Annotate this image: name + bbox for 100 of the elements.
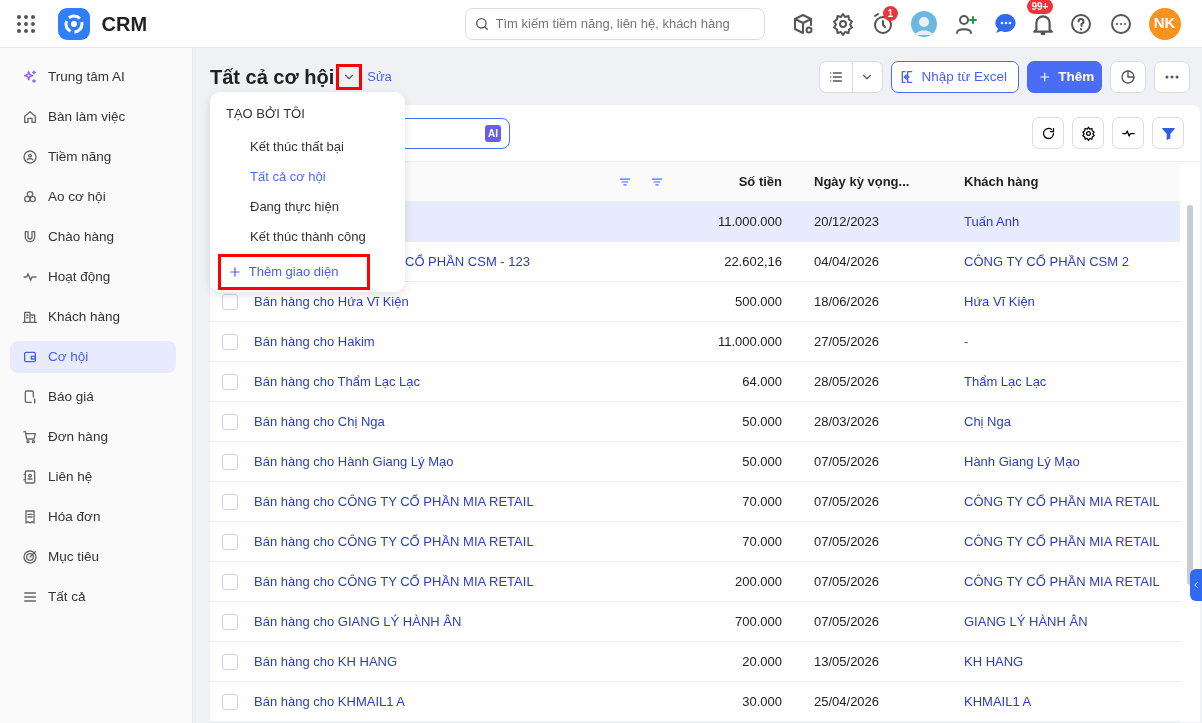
table-cell-text: 50.000	[742, 412, 782, 431]
activity-button[interactable]	[1112, 117, 1144, 149]
table-cell-text: 07/05/2026	[814, 572, 880, 591]
customer-link[interactable]: Hành Giang Lý Mạo	[964, 451, 1080, 472]
notifications-icon[interactable]	[1032, 12, 1053, 35]
menu-item[interactable]: Kết thúc thất bại	[210, 131, 405, 162]
row-checkbox[interactable]	[222, 613, 238, 630]
opportunity-link[interactable]: Bán hàng cho CÔNG TY CỔ PHẦN MIA RETAIL	[254, 531, 534, 552]
customer-link[interactable]: CÔNG TY CỔ PHẦN MIA RETAIL	[964, 531, 1160, 552]
sidebar-item[interactable]: Đơn hàng	[10, 421, 176, 453]
row-checkbox[interactable]	[222, 333, 238, 350]
view-dropdown-button[interactable]	[339, 67, 360, 87]
table-cell-text: 07/05/2026	[814, 492, 880, 511]
wallet-icon	[22, 349, 38, 365]
import-excel-button[interactable]: Nhập từ Excel	[891, 61, 1019, 93]
table-cell-text: 07/05/2026	[814, 452, 880, 471]
row-checkbox[interactable]	[222, 653, 238, 670]
row-checkbox[interactable]	[222, 293, 238, 310]
customer-link[interactable]: KHMAIL1 A	[964, 691, 1032, 712]
table-row[interactable]: Bán hàng cho KH HANG 20.000 13/05/2026 KH HANG	[210, 642, 1180, 682]
table-row[interactable]: Bán hàng cho CÔNG TY CỔ PHẦN MIA RETAIL 70.000 07/05/2026 CÔNG TY CỔ PHẦN MIA RETAIL	[210, 522, 1180, 562]
sidebar-item[interactable]: Tất cả	[10, 581, 176, 613]
customer-link[interactable]: Chị Nga	[964, 411, 1011, 432]
refresh-button[interactable]	[1032, 117, 1064, 149]
sidebar-item[interactable]: Chào hàng	[10, 221, 176, 253]
magnet-icon	[22, 229, 38, 245]
table-row[interactable]: Bán hàng cho GIANG LÝ HÀNH ÂN 700.000 07/05/2026 GIANG LÝ HÀNH ÂN	[210, 602, 1180, 642]
filter-button[interactable]	[1152, 117, 1184, 149]
home-icon	[22, 109, 38, 125]
table-cell-text: 70.000	[742, 532, 782, 551]
sidebar-item[interactable]: Ao cơ hội	[10, 181, 176, 213]
opportunity-link[interactable]: Bán hàng cho Thẩm Lạc Lạc	[254, 371, 420, 392]
table-row[interactable]: Bán hàng cho Thẩm Lạc Lạc 64.000 28/05/2026 Thẩm Lạc Lạc	[210, 362, 1180, 402]
opportunity-link[interactable]: Bán hàng cho Hakim	[254, 331, 375, 352]
table-row[interactable]: Bán hàng cho Hakim 11.000.000 27/05/2026 -	[210, 322, 1180, 362]
sidebar-item[interactable]: Hoạt động	[10, 261, 176, 293]
sidebar-item[interactable]: Cơ hội	[10, 341, 176, 373]
row-checkbox[interactable]	[222, 573, 238, 590]
pie-chart-icon	[1120, 69, 1136, 85]
row-checkbox[interactable]	[222, 533, 238, 550]
table-row[interactable]: Bán hàng cho KHMAIL1 A 30.000 25/04/2026 KHMAIL1 A	[210, 682, 1180, 722]
settings-icon[interactable]	[830, 11, 855, 36]
notification-badge: 99+	[1026, 0, 1054, 14]
sidebar-item[interactable]: Tiềm năng	[10, 141, 176, 173]
menu-item[interactable]: Tất cả cơ hội	[210, 161, 405, 192]
opportunity-link[interactable]: Bán hàng cho Chị Nga	[254, 411, 385, 432]
customer-link[interactable]: CÔNG TY CỔ PHẦN MIA RETAIL	[964, 491, 1160, 512]
opportunity-link[interactable]: Bán hàng cho CÔNG TY CỔ PHẦN MIA RETAIL	[254, 571, 534, 592]
table-row[interactable]: Bán hàng cho CÔNG TY CỔ PHẦN MIA RETAIL 200.000 07/05/2026 CÔNG TY CỔ PHẦN MIA RETAIL	[210, 562, 1180, 602]
opportunity-link[interactable]: Bán hàng cho KH HANG	[254, 651, 398, 672]
more-button[interactable]	[1154, 61, 1190, 93]
table-cell-text: 25/04/2026	[814, 692, 880, 711]
row-checkbox[interactable]	[222, 413, 238, 430]
search-field[interactable]: Tìm kiếm tiềm năng, liên hệ, khách hàng	[464, 7, 765, 40]
customer-link[interactable]: CÔNG TY CỔ PHẦN MIA RETAIL	[964, 571, 1160, 592]
settings-button[interactable]	[1072, 117, 1104, 149]
table-cell-text: 11.000.000	[717, 212, 782, 231]
opportunity-link[interactable]: CỔ PHẦN CSM - 123	[405, 251, 530, 272]
table-row[interactable]: Bán hàng cho Chị Nga 50.000 28/03/2026 Chị Nga	[210, 402, 1180, 442]
plus-icon	[228, 264, 242, 279]
row-checkbox[interactable]	[222, 453, 238, 470]
avatar[interactable]	[910, 10, 937, 37]
help-icon[interactable]	[1068, 11, 1093, 36]
sidebar-item[interactable]: Bàn làm việc	[10, 101, 176, 133]
sidebar-item[interactable]: Khách hàng	[10, 301, 176, 333]
sidebar-item[interactable]: Báo giá	[10, 381, 176, 413]
scrollbar-thumb[interactable]	[1187, 205, 1193, 585]
customer-link[interactable]: Thẩm Lạc Lạc	[964, 371, 1047, 392]
opportunity-link[interactable]: Bán hàng cho GIANG LÝ HÀNH ÂN	[254, 611, 462, 632]
customer-link[interactable]: GIANG LÝ HÀNH ÂN	[964, 611, 1088, 632]
row-checkbox[interactable]	[222, 373, 238, 390]
customer-link[interactable]: Tuấn Anh	[964, 211, 1020, 232]
chat-icon[interactable]	[994, 12, 1017, 35]
row-checkbox[interactable]	[222, 493, 238, 510]
gear-icon	[1080, 125, 1096, 141]
opportunity-link[interactable]: Bán hàng cho CÔNG TY CỔ PHẦN MIA RETAIL	[254, 491, 534, 512]
column-header[interactable]: Khách hàng	[964, 171, 1039, 192]
sidebar-item[interactable]: Hóa đơn	[10, 501, 176, 533]
opportunity-link[interactable]: Bán hàng cho KHMAIL1 A	[254, 691, 406, 712]
customer-link[interactable]: CÔNG TY CỔ PHẦN CSM 2	[964, 251, 1129, 272]
table-cell-text: 30.000	[742, 692, 782, 711]
opportunity-link[interactable]: Bán hàng cho Hành Giang Lý Mạo	[254, 451, 454, 472]
customer-link[interactable]: KH HANG	[964, 651, 1024, 672]
sidebar-item[interactable]: Trung tâm AI	[10, 61, 176, 93]
table-row[interactable]: Bán hàng cho Hành Giang Lý Mạo 50.000 07/05/2026 Hành Giang Lý Mạo	[210, 442, 1180, 482]
document-dollar-icon	[22, 389, 38, 405]
opportunity-link[interactable]: Bán hàng cho Hứa Vĩ Kiện	[254, 291, 409, 312]
add-button[interactable]: Thêm	[1027, 61, 1102, 93]
sidebar-item[interactable]: Mục tiêu	[10, 541, 176, 573]
edit-link[interactable]: Sửa	[367, 67, 392, 87]
table-row[interactable]: Bán hàng cho CÔNG TY CỔ PHẦN MIA RETAIL 70.000 07/05/2026 CÔNG TY CỔ PHẦN MIA RETAIL	[210, 482, 1180, 522]
column-header[interactable]: Số tiền	[738, 171, 782, 192]
sidebar-item[interactable]: Liên hệ	[10, 461, 176, 493]
table-cell-text: -	[964, 332, 969, 351]
logo-icon	[57, 7, 90, 40]
row-checkbox[interactable]	[222, 693, 238, 710]
customer-link[interactable]: Hứa Vĩ Kiện	[964, 291, 1035, 312]
table-cell-text: 500.000	[735, 292, 782, 311]
report-button[interactable]	[1110, 61, 1146, 93]
panel-toggle-handle[interactable]	[1190, 569, 1202, 601]
